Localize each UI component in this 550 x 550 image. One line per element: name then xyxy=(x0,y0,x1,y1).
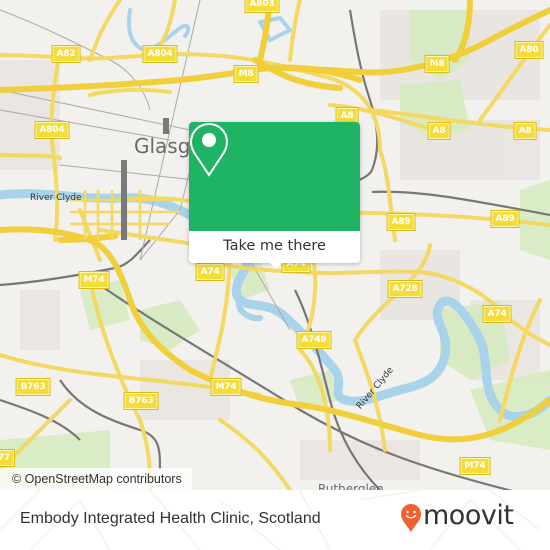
road-shield-a80: A80 xyxy=(514,41,544,59)
road-shield-a804-west: A804 xyxy=(34,121,70,139)
river-label-clyde-west: River Clyde xyxy=(30,193,82,203)
road-shield-b763-centre: B763 xyxy=(123,392,159,410)
road-shield-a82: A82 xyxy=(51,45,81,63)
road-shield-a8-3: A8 xyxy=(513,122,537,140)
road-shield-m8-west: M8 xyxy=(233,65,259,83)
road-shield-a8-2: A8 xyxy=(427,122,451,140)
popup-pointer xyxy=(268,261,284,269)
road-shield-a77: 77 xyxy=(0,449,16,467)
road-shield-a803: A803 xyxy=(244,0,280,13)
place-name: Embody Integrated Health Clinic, Scotlan… xyxy=(20,510,321,527)
moovit-smiley-pin-icon xyxy=(401,504,421,532)
road-shield-a749: A749 xyxy=(296,331,332,349)
road-shield-m74-east: M74 xyxy=(459,457,491,475)
road-shield-a74-west: A74 xyxy=(195,263,225,281)
popup-header xyxy=(189,122,360,231)
road-shield-m74-west: M74 xyxy=(78,271,110,289)
location-popup: Take me there xyxy=(189,122,360,269)
road-shield-a89-1: A89 xyxy=(386,213,416,231)
take-me-there-button[interactable]: Take me there xyxy=(189,231,360,263)
road-shield-a728: A728 xyxy=(387,280,423,298)
location-pin-icon xyxy=(189,122,229,177)
moovit-wordmark: moovit xyxy=(423,500,514,531)
road-shield-a74-east: A74 xyxy=(482,305,512,323)
road-shield-a89-2: A89 xyxy=(490,210,520,228)
road-shield-b763-west: B763 xyxy=(15,378,51,396)
place-label-rutherglen: Rutherglen xyxy=(318,482,384,490)
road-shield-m8-east: M8 xyxy=(424,55,450,73)
map-attribution[interactable]: © OpenStreetMap contributors xyxy=(0,468,192,490)
road-shield-m74-centre: M74 xyxy=(210,378,242,396)
road-shield-a804-north: A804 xyxy=(142,45,178,63)
map-view[interactable]: Glasgo Rutherglen River Clyde River Clyd… xyxy=(0,0,550,490)
footer-bar: Embody Integrated Health Clinic, Scotlan… xyxy=(0,490,550,550)
